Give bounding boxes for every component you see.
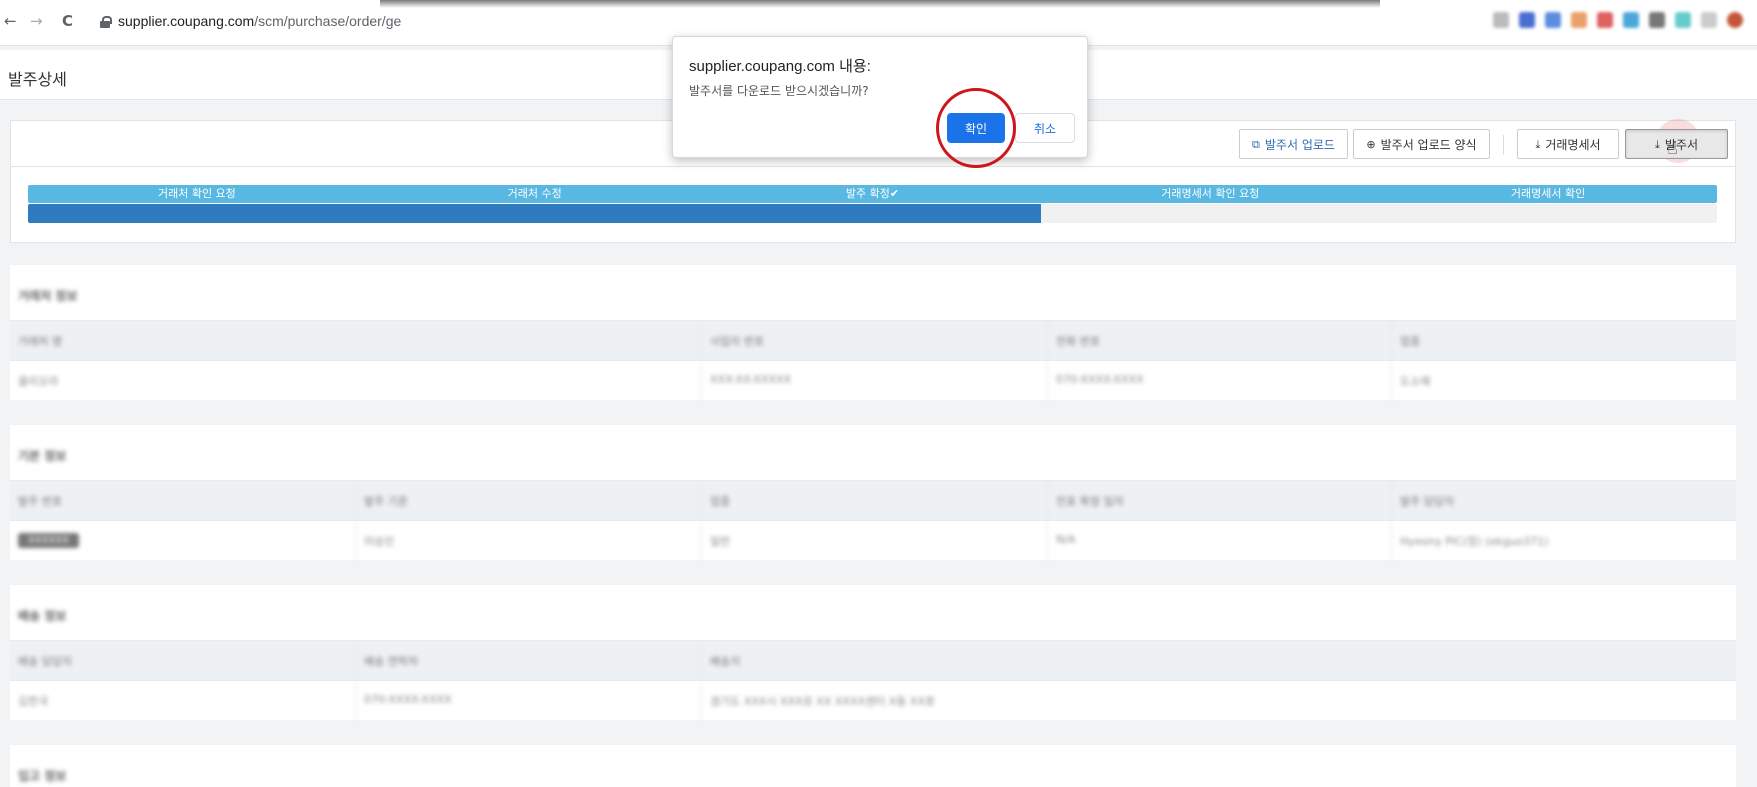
status-steps: 거래처 확인 요청 거래처 수정 발주 확정✔ 거래명세서 확인 요청 거래명세…	[28, 185, 1717, 203]
table-cell: 김한국	[10, 681, 356, 720]
statement-download-button[interactable]: ⤓ 거래명세서	[1517, 129, 1619, 159]
table-cell: 070-XXXX-XXXX	[356, 681, 702, 720]
table-row: 김한국 070-XXXX-XXXX 경기도 XXX시 XXX로 XX XXXX센…	[10, 680, 1736, 720]
column-header: 배송 연락처	[356, 641, 702, 680]
inbound-info-section: 입고 정보	[10, 745, 1736, 787]
table-cell: XXX-XX-XXXXX	[702, 361, 1048, 400]
extension-icon[interactable]	[1623, 12, 1639, 28]
back-icon[interactable]: ←	[4, 12, 17, 30]
divider	[11, 166, 1735, 167]
extension-icon[interactable]	[1701, 12, 1717, 28]
table-cell: 미승인	[356, 521, 702, 560]
table-cell: 클리오라	[10, 361, 702, 400]
table-cell: XXXXXX	[10, 521, 356, 560]
table-cell: 070-XXXX-XXXX	[1048, 361, 1392, 400]
download-icon: ⤓	[1655, 137, 1660, 151]
table-cell: Hyeony PIC(정) (ekguo371)	[1400, 535, 1549, 548]
table-cell: 도소매	[1400, 375, 1431, 388]
table-cell: N/A	[1048, 521, 1392, 560]
table-cell: 경기도 XXX시 XXX로 XX XXXX센터 X동 XX호	[710, 695, 936, 708]
extension-icon[interactable]	[1545, 12, 1561, 28]
column-header: 전화 번호	[1048, 321, 1392, 360]
section-title: 배송 정보	[18, 609, 67, 623]
address-bar[interactable]: supplier.coupang.com/scm/purchase/order/…	[100, 13, 401, 29]
column-header: 업종	[702, 481, 1048, 520]
basic-info-section: 기본 정보 발주 번호 발주 기준 업종 전표 확정 일자 발주 담당자 XXX…	[10, 425, 1736, 560]
extension-icons	[1493, 12, 1743, 28]
download-icon: ⤓	[1535, 137, 1541, 151]
status-progress-bar	[28, 204, 1717, 223]
url-host: supplier.coupang.com	[118, 13, 255, 29]
section-title: 입고 정보	[18, 769, 67, 783]
column-header: 전표 확정 일자	[1048, 481, 1392, 520]
forward-icon[interactable]: →	[30, 12, 43, 30]
status-step: 거래처 확인 요청	[157, 187, 236, 200]
confirm-dialog: supplier.coupang.com 내용: 발주서를 다운로드 받으시겠습…	[672, 36, 1088, 158]
section-title: 거래처 정보	[18, 289, 78, 303]
po-upload-button[interactable]: ⧉ 발주서 업로드	[1239, 129, 1348, 159]
url-path: /scm/purchase/order/ge	[254, 13, 402, 29]
annotation-circle	[936, 88, 1016, 168]
column-header: 업종	[1400, 335, 1421, 348]
column-header: 배송 담당자	[10, 641, 356, 680]
column-header: 배송지	[710, 655, 741, 668]
column-header: 발주 번호	[10, 481, 356, 520]
po-upload-label: 발주서 업로드	[1264, 137, 1335, 152]
column-header: 사업자 번호	[702, 321, 1048, 360]
table-cell: 일반	[702, 521, 1048, 560]
section-title: 기본 정보	[18, 449, 67, 463]
external-link-icon: ⧉	[1252, 137, 1260, 151]
download-circle-icon: ⊕	[1366, 137, 1376, 151]
supplier-info-section: 거래처 정보 거래처 명 사업자 번호 전화 번호 업종 클리오라 XXX-XX…	[10, 265, 1736, 400]
extension-icon[interactable]	[1571, 12, 1587, 28]
column-header: 발주 기준	[356, 481, 702, 520]
profile-avatar[interactable]	[1727, 12, 1743, 28]
top-shadow	[380, 0, 1380, 8]
statement-download-label: 거래명세서	[1545, 137, 1601, 152]
column-header: 발주 담당자	[1400, 495, 1455, 508]
page-title: 발주상세	[8, 70, 67, 89]
dialog-title: supplier.coupang.com 내용:	[689, 58, 871, 75]
table-row: 클리오라 XXX-XX-XXXXX 070-XXXX-XXXX 도소매	[10, 360, 1736, 400]
toolbar-separator	[1503, 135, 1504, 155]
extension-icon[interactable]	[1493, 12, 1509, 28]
extension-icon[interactable]	[1597, 12, 1613, 28]
status-step: 거래처 수정	[507, 187, 562, 200]
dialog-cancel-button[interactable]: 취소	[1015, 113, 1075, 143]
table-header-row: 발주 번호 발주 기준 업종 전표 확정 일자 발주 담당자	[10, 480, 1736, 520]
column-header: 거래처 명	[10, 321, 702, 360]
lock-icon	[100, 16, 112, 28]
status-step: 발주 확정✔	[845, 187, 900, 200]
table-header-row: 배송 담당자 배송 연락처 배송지	[10, 640, 1736, 680]
status-step: 거래명세서 확인 요청	[1161, 187, 1260, 200]
status-badge: XXXXXX	[18, 533, 80, 548]
progress-fill	[28, 204, 1042, 223]
table-row: XXXXXX 미승인 일반 N/A Hyeony PIC(정) (ekguo37…	[10, 520, 1736, 560]
dialog-message: 발주서를 다운로드 받으시겠습니까?	[689, 84, 869, 98]
status-step: 거래명세서 확인	[1510, 187, 1586, 200]
extension-icon[interactable]	[1649, 12, 1665, 28]
extension-icon[interactable]	[1519, 12, 1535, 28]
table-header-row: 거래처 명 사업자 번호 전화 번호 업종	[10, 320, 1736, 360]
delivery-info-section: 배송 정보 배송 담당자 배송 연락처 배송지 김한국 070-XXXX-XXX…	[10, 585, 1736, 720]
po-upload-form-button[interactable]: ⊕ 발주서 업로드 양식	[1353, 129, 1490, 159]
po-upload-form-label: 발주서 업로드 양식	[1380, 137, 1477, 152]
extension-icon[interactable]	[1675, 12, 1691, 28]
reload-icon[interactable]: C	[62, 12, 73, 30]
hand-cursor-icon: ☝	[1667, 138, 1678, 159]
